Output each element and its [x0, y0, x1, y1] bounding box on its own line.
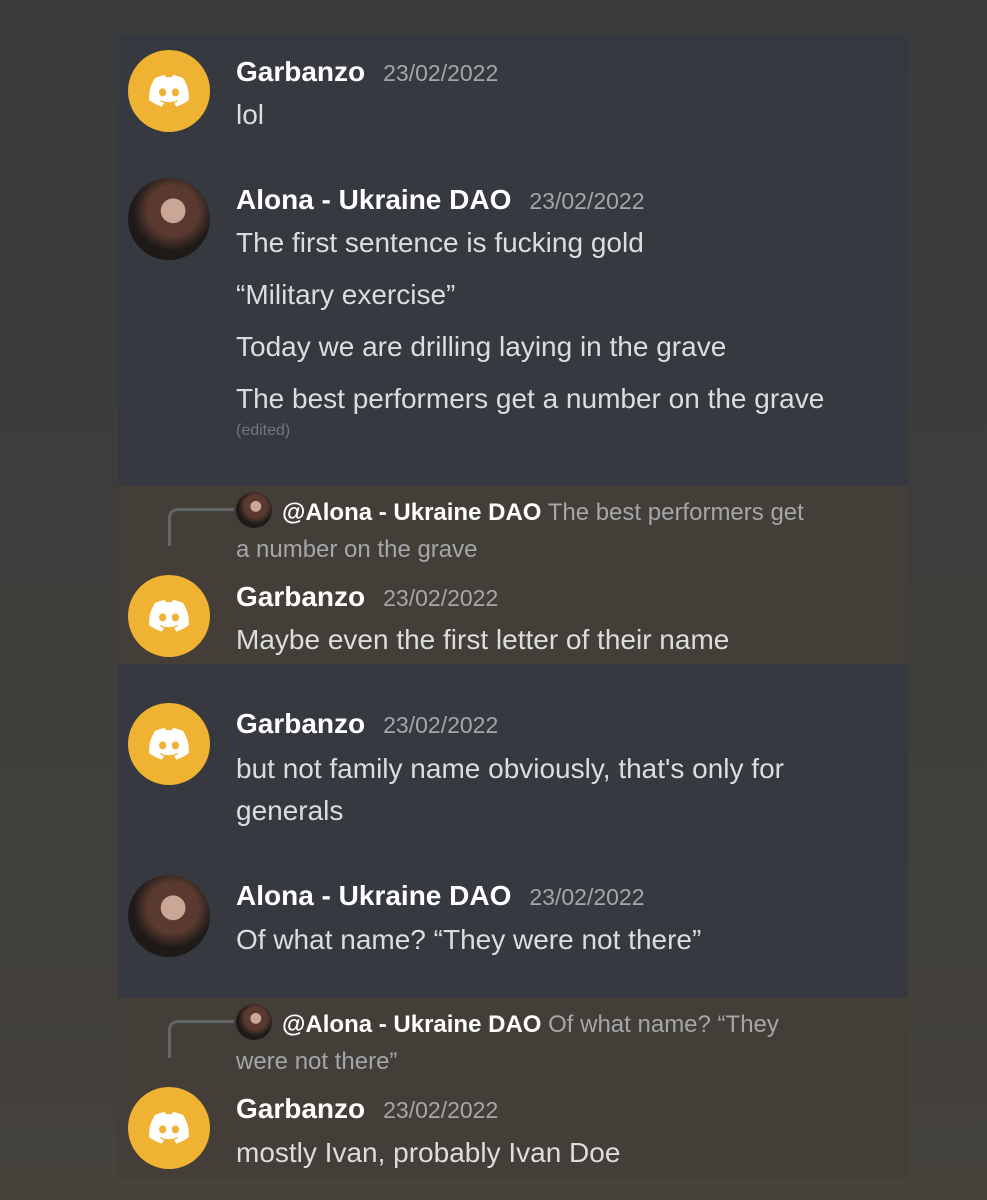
timestamp[interactable]: 23/02/2022	[383, 712, 498, 739]
reply-preview-text: were not there”	[236, 1048, 398, 1075]
message-text: Of what name? “They were not there”	[236, 924, 702, 955]
message-text: The best performers get a number on the …	[236, 383, 825, 414]
chat-log: Garbanzo 23/02/2022 lol Alona - Ukraine …	[118, 36, 908, 1178]
discord-logo-icon	[149, 600, 189, 632]
timestamp[interactable]: 23/02/2022	[529, 188, 644, 215]
message-text: lol	[236, 99, 265, 130]
reply-preview-text: a number on the grave	[236, 536, 478, 563]
message-item: Garbanzo 23/02/2022 but not family name …	[118, 664, 908, 840]
discord-logo-icon	[149, 1112, 189, 1144]
avatar[interactable]	[128, 575, 210, 657]
edited-label: (edited)	[236, 422, 291, 439]
reply-avatar	[236, 492, 272, 528]
message-text: “Military exercise”	[236, 279, 456, 310]
message-header: Garbanzo 23/02/2022	[236, 1093, 498, 1129]
author-name[interactable]: Garbanzo	[236, 1093, 365, 1125]
timestamp[interactable]: 23/02/2022	[383, 60, 498, 87]
message-header: Alona - Ukraine DAO 23/02/2022	[236, 880, 645, 916]
author-name[interactable]: Garbanzo	[236, 56, 365, 88]
avatar[interactable]	[128, 1087, 210, 1169]
message-item: @Alona - Ukraine DAO The best performers…	[118, 486, 908, 664]
timestamp[interactable]: 23/02/2022	[383, 1097, 498, 1124]
author-name[interactable]: Garbanzo	[236, 708, 365, 740]
reply-preview[interactable]: @Alona - Ukraine DAO The best performers…	[236, 492, 886, 568]
reply-avatar	[236, 1004, 272, 1040]
avatar[interactable]	[128, 703, 210, 785]
message-item: @Alona - Ukraine DAO Of what name? “They…	[118, 998, 908, 1178]
author-name[interactable]: Alona - Ukraine DAO	[236, 184, 511, 216]
message-text: The first sentence is fucking gold	[236, 227, 644, 258]
reply-preview-text: The best performers get	[547, 499, 804, 526]
message-text: but not family name obviously, that's on…	[236, 753, 784, 784]
reply-spine	[168, 1020, 234, 1058]
timestamp[interactable]: 23/02/2022	[529, 884, 644, 911]
timestamp[interactable]: 23/02/2022	[383, 585, 498, 612]
avatar[interactable]	[128, 178, 210, 260]
author-name[interactable]: Garbanzo	[236, 581, 365, 613]
message-item: Garbanzo 23/02/2022 lol	[118, 36, 908, 186]
message-text: mostly Ivan, probably Ivan Doe	[236, 1137, 621, 1168]
discord-logo-icon	[149, 75, 189, 107]
message-header: Garbanzo 23/02/2022	[236, 708, 498, 744]
message-item: Alona - Ukraine DAO 23/02/2022 Of what n…	[118, 840, 908, 998]
message-text: Maybe even the first letter of their nam…	[236, 624, 730, 655]
reply-spine	[168, 508, 234, 546]
author-name[interactable]: Alona - Ukraine DAO	[236, 880, 511, 912]
message-header: Garbanzo 23/02/2022	[236, 56, 498, 92]
message-header: Garbanzo 23/02/2022	[236, 581, 498, 617]
reply-mention[interactable]: @Alona - Ukraine DAO	[282, 499, 541, 526]
avatar[interactable]	[128, 50, 210, 132]
message-item: Alona - Ukraine DAO 23/02/2022 The first…	[118, 176, 908, 486]
message-text: Today we are drilling laying in the grav…	[236, 331, 727, 362]
reply-mention[interactable]: @Alona - Ukraine DAO	[282, 1011, 541, 1038]
message-text: generals	[236, 795, 344, 826]
avatar[interactable]	[128, 875, 210, 957]
message-header: Alona - Ukraine DAO 23/02/2022	[236, 184, 645, 220]
discord-logo-icon	[149, 728, 189, 760]
reply-preview-text: Of what name? “They	[548, 1011, 779, 1038]
reply-preview[interactable]: @Alona - Ukraine DAO Of what name? “They…	[236, 1004, 886, 1080]
